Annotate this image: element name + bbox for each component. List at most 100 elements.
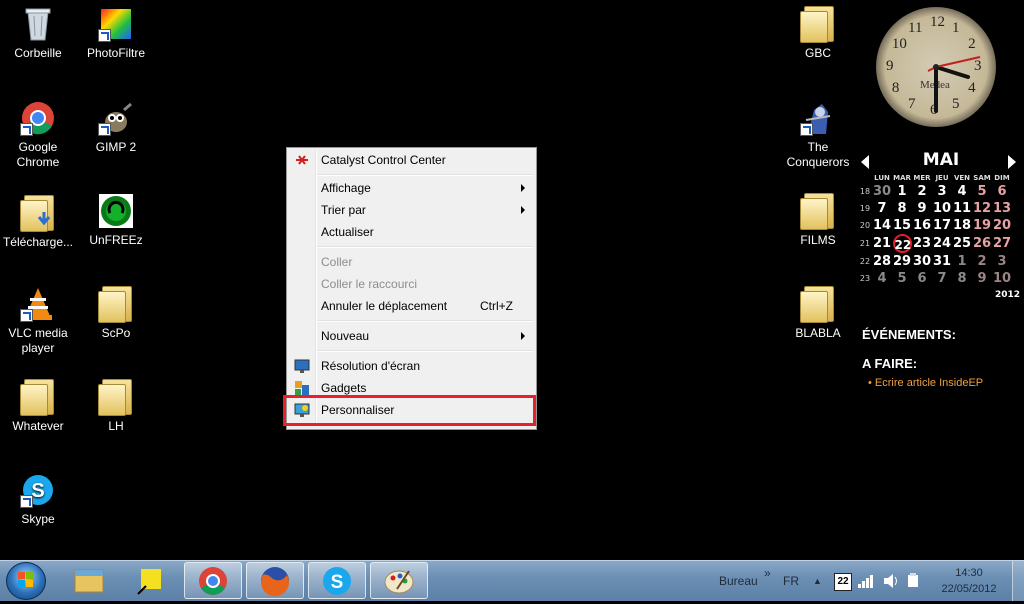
downloads-folder-icon: [20, 195, 56, 232]
taskbar: S Bureau » FR ▲ 22 14:30 22/05/2012: [0, 560, 1024, 601]
taskbar-clock[interactable]: 14:30 22/05/2012: [933, 565, 1005, 597]
calendar-day[interactable]: 21: [872, 234, 892, 253]
desktop-icon-films[interactable]: FILMS: [780, 193, 856, 248]
desktop-icon-telechargements[interactable]: Télécharge...: [0, 195, 76, 250]
show-desktop-button[interactable]: [1012, 561, 1024, 601]
desktop-icon-blabla[interactable]: BLABLA: [780, 286, 856, 341]
menu-item-actualiser[interactable]: Actualiser: [290, 221, 533, 243]
desktop-icon-corbeille[interactable]: Corbeille: [0, 6, 76, 61]
calendar-day[interactable]: 10: [992, 270, 1012, 287]
volume-icon[interactable]: [882, 573, 900, 589]
network-signal-icon[interactable]: [857, 573, 875, 589]
show-hidden-icons[interactable]: ▲: [813, 561, 822, 601]
calendar-day[interactable]: 6: [992, 183, 1012, 200]
calendar-day[interactable]: 15: [892, 217, 912, 234]
calendar-weekday: DIM: [994, 173, 1010, 182]
language-indicator[interactable]: FR: [783, 561, 799, 601]
calendar-day[interactable]: 25: [952, 234, 972, 253]
calendar-day[interactable]: 4: [872, 270, 892, 287]
calendar-day[interactable]: 24: [932, 234, 952, 253]
calendar-day[interactable]: 14: [872, 217, 892, 234]
calendar-day[interactable]: 2: [972, 253, 992, 270]
calendar-day[interactable]: 9: [912, 200, 932, 217]
calendar-year: 2012: [995, 290, 1021, 300]
action-center-icon[interactable]: [905, 572, 921, 590]
calendar-day[interactable]: 12: [972, 200, 992, 217]
menu-item-resolution-ecran[interactable]: Résolution d'écran: [290, 355, 533, 377]
menu-item-annuler-le-deplacement[interactable]: Annuler le déplacement Ctrl+Z: [290, 295, 533, 317]
desktop-icon-google-chrome[interactable]: Google Chrome: [0, 100, 76, 170]
calendar-day[interactable]: 22: [892, 234, 912, 253]
calendar-day[interactable]: 10: [932, 200, 952, 217]
desktop-icon-photofiltre[interactable]: PhotoFiltre: [78, 6, 154, 61]
desktop-icon-label: PhotoFiltre: [86, 46, 146, 60]
start-button[interactable]: [6, 562, 46, 600]
calendar-day[interactable]: 3: [992, 253, 1012, 270]
calendar-day[interactable]: 1: [892, 183, 912, 200]
vlc-icon: [20, 286, 56, 322]
taskbar-skype[interactable]: S: [308, 562, 366, 599]
taskbar-sticky-notes[interactable]: [121, 562, 179, 599]
explorer-icon: [74, 569, 104, 593]
desktop-icon-unfreez[interactable]: UnFREEz: [78, 193, 154, 248]
menu-item-trier-par[interactable]: Trier par: [290, 199, 533, 221]
calendar-day[interactable]: 4: [952, 183, 972, 200]
skype-icon: S: [323, 567, 351, 595]
calendar-day[interactable]: 2: [912, 183, 932, 200]
calendar-day[interactable]: 28: [872, 253, 892, 270]
desktop-icon-lh[interactable]: LH: [78, 379, 154, 434]
svg-text:S: S: [31, 480, 44, 502]
calendar-day[interactable]: 6: [912, 270, 932, 287]
menu-item-catalyst-control-center[interactable]: Catalyst Control Center: [290, 149, 533, 171]
calendar-day[interactable]: 30: [912, 253, 932, 270]
calendar-day[interactable]: 18: [952, 217, 972, 234]
calendar-tray-icon[interactable]: 22: [834, 573, 852, 591]
calendar-day[interactable]: 8: [952, 270, 972, 287]
clock-hour-hand: [934, 65, 970, 79]
folder-icon: [800, 193, 836, 230]
calendar-day[interactable]: 5: [892, 270, 912, 287]
calendar-day[interactable]: 11: [952, 200, 972, 217]
calendar-prev-icon[interactable]: [861, 155, 869, 169]
gimp-icon: [98, 100, 134, 136]
toolbar-chevron[interactable]: »: [764, 553, 771, 593]
menu-item-label: Résolution d'écran: [321, 359, 421, 373]
desktop-icon-label: FILMS: [800, 233, 836, 247]
taskbar-firefox[interactable]: [246, 562, 304, 599]
calendar-day[interactable]: 17: [932, 217, 952, 234]
taskbar-explorer[interactable]: [60, 562, 118, 599]
desktop-icon-whatever[interactable]: Whatever: [0, 379, 76, 434]
calendar-day[interactable]: 8: [892, 200, 912, 217]
desktop-icon-scpo[interactable]: ScPo: [78, 286, 154, 341]
calendar-month: MAI: [922, 150, 960, 170]
clock-gadget[interactable]: 121234567891011 Medea: [876, 7, 996, 127]
calendar-day[interactable]: 29: [892, 253, 912, 270]
taskbar-paint[interactable]: [370, 562, 428, 599]
calendar-day[interactable]: 23: [912, 234, 932, 253]
desktop-icon-the-conquerors[interactable]: The Conquerors: [780, 100, 856, 170]
calendar-day[interactable]: 7: [872, 200, 892, 217]
calendar-day[interactable]: 3: [932, 183, 952, 200]
desktop-icon-gimp[interactable]: GIMP 2: [78, 100, 154, 155]
desktop-icon-skype[interactable]: S Skype: [0, 472, 76, 527]
calendar-day[interactable]: 7: [932, 270, 952, 287]
menu-item-nouveau[interactable]: Nouveau: [290, 325, 533, 347]
calendar-next-icon[interactable]: [1008, 155, 1016, 169]
calendar-day[interactable]: 19: [972, 217, 992, 234]
desktop-icon-vlc[interactable]: VLC media player: [0, 286, 76, 356]
desktop-icon-gbc[interactable]: GBC: [780, 6, 856, 61]
calendar-day[interactable]: 31: [932, 253, 952, 270]
calendar-day[interactable]: 9: [972, 270, 992, 287]
toolbar-bureau[interactable]: Bureau: [719, 561, 758, 601]
todo-item[interactable]: • Ecrire article InsideEP: [868, 377, 983, 389]
calendar-day[interactable]: 26: [972, 234, 992, 253]
menu-item-affichage[interactable]: Affichage: [290, 177, 533, 199]
taskbar-chrome[interactable]: [184, 562, 242, 599]
calendar-day[interactable]: 30: [872, 183, 892, 200]
calendar-day[interactable]: 27: [992, 234, 1012, 253]
calendar-day[interactable]: 1: [952, 253, 972, 270]
calendar-day[interactable]: 16: [912, 217, 932, 234]
calendar-day[interactable]: 13: [992, 200, 1012, 217]
calendar-day[interactable]: 20: [992, 217, 1012, 234]
calendar-day[interactable]: 5: [972, 183, 992, 200]
